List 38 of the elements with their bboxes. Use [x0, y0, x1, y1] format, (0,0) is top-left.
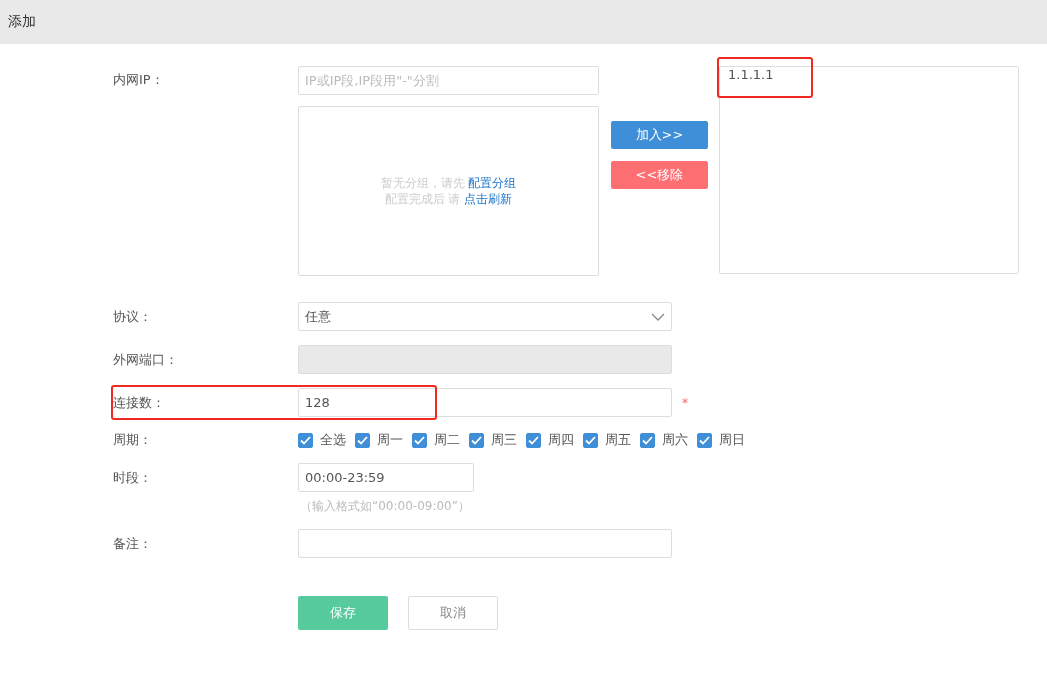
checkbox[interactable] — [469, 432, 484, 448]
field-label: 内网IP： — [113, 71, 165, 89]
time-range-input-field[interactable]: 00:00-23:59 — [298, 463, 474, 492]
refresh-link[interactable]: 点击刷新 — [464, 192, 513, 206]
field-label: 协议： — [113, 307, 153, 326]
protocol-select[interactable]: 任意 — [298, 302, 672, 331]
checkbox[interactable] — [697, 432, 712, 448]
checkbox[interactable] — [298, 432, 313, 448]
checkbox[interactable] — [412, 432, 427, 448]
format-hint: （输入格式如“00:00-09:00”） — [299, 498, 471, 515]
dialog-title: 添加 — [8, 13, 36, 31]
ip-input-field[interactable]: IP或IP段,IP段用"-"分割 — [298, 66, 599, 95]
configure-group-link[interactable]: 配置分组 — [468, 176, 517, 190]
checkbox[interactable] — [526, 432, 541, 448]
checkbox-label: 周六 — [662, 431, 688, 449]
field-label: 时段： — [113, 469, 153, 487]
field-label: 连接数： — [113, 393, 166, 412]
chevron-down-icon — [651, 312, 665, 321]
field-label: 周期： — [113, 431, 153, 449]
checkbox-label: 周二 — [434, 431, 460, 449]
ip-list-item[interactable]: 1.1.1.1 — [728, 67, 774, 82]
checkbox-label: 周日 — [719, 431, 745, 449]
checkbox-label: 全选 — [320, 431, 346, 449]
required-mark: * — [682, 395, 688, 410]
checkbox-label: 周三 — [491, 431, 517, 449]
checkbox-label: 周一 — [377, 431, 403, 449]
checkbox[interactable] — [583, 432, 598, 448]
field-label: 外网端口： — [113, 350, 179, 369]
checkbox-label: 周四 — [548, 431, 574, 449]
add-button[interactable]: 加入>> — [611, 121, 708, 149]
cancel-button[interactable]: 取消 — [408, 596, 498, 630]
connections-input-field[interactable]: 128 — [298, 388, 672, 417]
remove-button[interactable]: <<移除 — [611, 161, 708, 189]
checkbox[interactable] — [355, 432, 370, 448]
remark-input-field[interactable] — [298, 529, 672, 558]
field-label: 备注： — [113, 534, 153, 553]
checkbox[interactable] — [640, 432, 655, 448]
checkbox-label: 周五 — [605, 431, 631, 449]
